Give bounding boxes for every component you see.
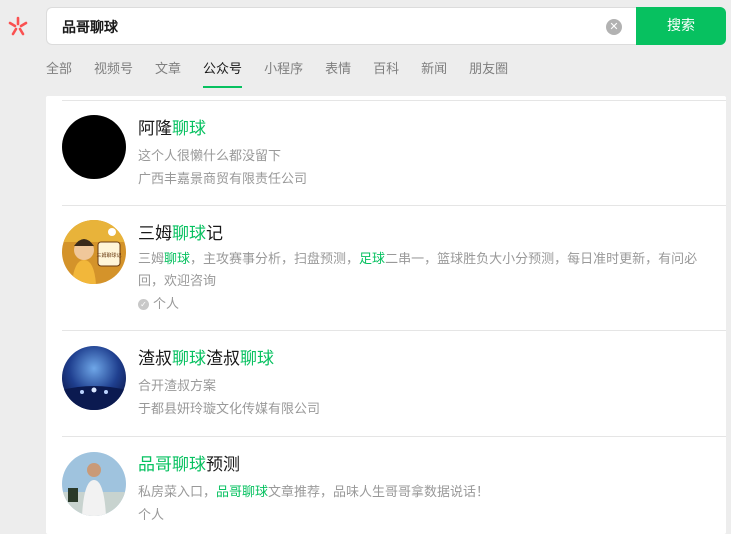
account-owner: 广西丰嘉景商贸有限责任公司 <box>138 172 308 187</box>
account-description: 合开渣叔方案 <box>138 379 217 394</box>
account-title: 品哥聊球预测 <box>138 455 240 475</box>
account-owner: ✓ 个人 <box>138 295 706 315</box>
wechat-search-logo-icon <box>8 16 28 36</box>
account-title: 阿隆聊球 <box>138 119 206 139</box>
search-input[interactable] <box>62 16 592 38</box>
tab-official-accounts[interactable]: 公众号 <box>203 60 243 88</box>
list-item[interactable]: 品哥聊球预测 私房菜入口，品哥聊球文章推荐，品味人生哥哥拿数据说话！ 个人 <box>62 437 726 534</box>
account-description: 这个人很懒什么都没留下 <box>138 149 282 164</box>
tab-moments[interactable]: 朋友圈 <box>469 60 508 88</box>
verified-check-icon: ✓ <box>138 299 149 310</box>
search-button[interactable]: 搜索 <box>636 7 726 45</box>
tab-all[interactable]: 全部 <box>46 60 72 88</box>
account-title: 三姆聊球记 <box>138 224 223 244</box>
avatar <box>62 115 126 179</box>
list-item[interactable]: 渣叔聊球渣叔聊球 合开渣叔方案 于都县妍玲璇文化传媒有限公司 <box>62 331 726 437</box>
tab-news[interactable]: 新闻 <box>421 60 447 88</box>
tab-mini-programs[interactable]: 小程序 <box>264 60 303 88</box>
avatar <box>62 452 126 516</box>
tab-stickers[interactable]: 表情 <box>325 60 351 88</box>
clear-search-icon[interactable]: ✕ <box>606 19 622 35</box>
list-item[interactable]: 三姆聊球记 三姆聊球记 三姆聊球，主攻赛事分析，扫盘预测，足球二串一，篮球胜负大… <box>62 206 726 331</box>
tab-channels[interactable]: 视频号 <box>94 60 133 88</box>
account-owner: 于都县妍玲璇文化传媒有限公司 <box>138 402 321 417</box>
avatar <box>62 346 126 410</box>
account-description: 私房菜入口，品哥聊球文章推荐，品味人生哥哥拿数据说话！ <box>138 485 490 500</box>
tab-encyclopedia[interactable]: 百科 <box>373 60 399 88</box>
search-box: ✕ <box>46 7 636 45</box>
tab-articles[interactable]: 文章 <box>155 60 181 88</box>
results-list: 阿隆聊球 这个人很懒什么都没留下 广西丰嘉景商贸有限责任公司 三姆聊球记 三姆聊… <box>46 96 726 534</box>
category-tabs: 全部 视频号 文章 公众号 小程序 表情 百科 新闻 朋友圈 <box>46 60 530 90</box>
list-item[interactable]: 阿隆聊球 这个人很懒什么都没留下 广西丰嘉景商贸有限责任公司 <box>62 101 726 206</box>
account-owner: 个人 <box>138 508 165 523</box>
avatar-logo-text: 三姆聊球记 <box>96 252 121 259</box>
avatar: 三姆聊球记 <box>62 220 126 284</box>
account-title: 渣叔聊球渣叔聊球 <box>138 349 274 369</box>
account-description: 三姆聊球，主攻赛事分析，扫盘预测，足球二串一，篮球胜负大小分预测，每日准时更新，… <box>138 252 698 289</box>
